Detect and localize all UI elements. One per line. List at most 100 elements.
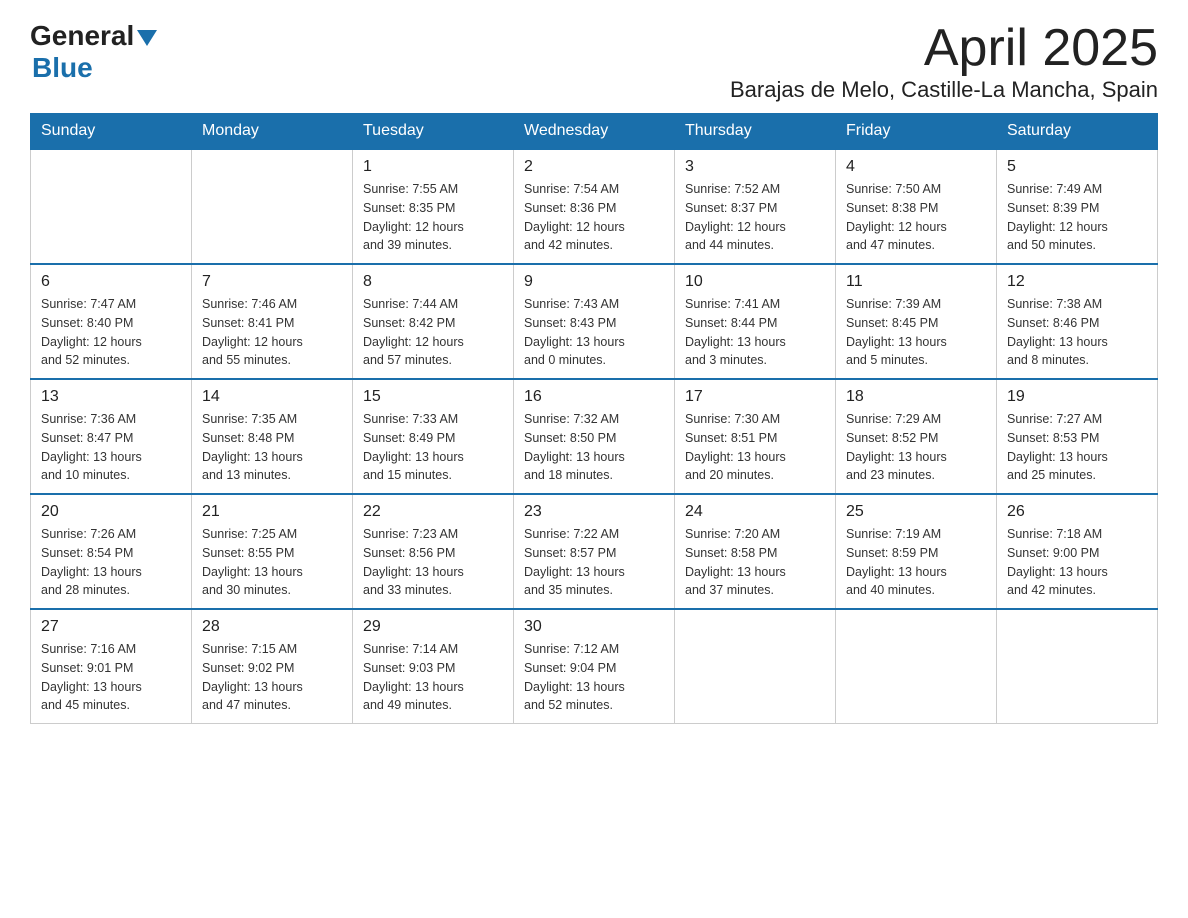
day-number: 24 — [685, 503, 825, 521]
logo-blue-text: Blue — [32, 52, 93, 84]
month-title: April 2025 — [730, 20, 1158, 77]
logo-triangle-icon — [137, 30, 157, 46]
cell-week4-day4: 24 Sunrise: 7:20 AMSunset: 8:58 PMDayligh… — [675, 494, 836, 609]
cell-week4-day3: 23Sunrise: 7:22 AMSunset: 8:57 PMDayligh… — [514, 494, 675, 609]
cell-week2-day4: 10 Sunrise: 7:41 AMSunset: 8:44 PMDayligh… — [675, 264, 836, 379]
week-row-4: 20Sunrise: 7:26 AMSunset: 8:54 PMDayligh… — [31, 494, 1158, 609]
header: General Blue April 2025 Barajas de Melo,… — [30, 20, 1158, 103]
day-number: 15 — [363, 388, 503, 406]
cell-week5-day6 — [997, 609, 1158, 724]
day-number: 27 — [41, 618, 181, 636]
day-number: 13 — [41, 388, 181, 406]
week-row-3: 13 Sunrise: 7:36 AMSunset: 8:47 PMDayligh… — [31, 379, 1158, 494]
cell-week4-day2: 22 Sunrise: 7:23 AMSunset: 8:56 PMDayligh… — [353, 494, 514, 609]
cell-week1-day4: 3Sunrise: 7:52 AMSunset: 8:37 PMDaylight… — [675, 149, 836, 264]
cell-week2-day2: 8 Sunrise: 7:44 AMSunset: 8:42 PMDaylight… — [353, 264, 514, 379]
title-block: April 2025 Barajas de Melo, Castille-La … — [730, 20, 1158, 103]
cell-week1-day0 — [31, 149, 192, 264]
cell-week3-day6: 19 Sunrise: 7:27 AMSunset: 8:53 PMDayligh… — [997, 379, 1158, 494]
header-sunday: Sunday — [31, 114, 192, 150]
cell-week2-day1: 7 Sunrise: 7:46 AMSunset: 8:41 PMDaylight… — [192, 264, 353, 379]
calendar-header: SundayMondayTuesdayWednesdayThursdayFrid… — [31, 114, 1158, 150]
day-number: 17 — [685, 388, 825, 406]
header-thursday: Thursday — [675, 114, 836, 150]
day-info: Sunrise: 7:47 AMSunset: 8:40 PMDaylight:… — [41, 295, 181, 370]
day-info: Sunrise: 7:12 AMSunset: 9:04 PMDaylight:… — [524, 640, 664, 715]
cell-week5-day1: 28 Sunrise: 7:15 AMSunset: 9:02 PMDayligh… — [192, 609, 353, 724]
week-row-2: 6Sunrise: 7:47 AMSunset: 8:40 PMDaylight… — [31, 264, 1158, 379]
cell-week1-day1 — [192, 149, 353, 264]
day-number: 1 — [363, 158, 503, 176]
cell-week5-day2: 29Sunrise: 7:14 AMSunset: 9:03 PMDayligh… — [353, 609, 514, 724]
day-info: Sunrise: 7:38 AMSunset: 8:46 PMDaylight:… — [1007, 295, 1147, 370]
day-number: 8 — [363, 273, 503, 291]
day-number: 28 — [202, 618, 342, 636]
day-number: 20 — [41, 503, 181, 521]
calendar-table: SundayMondayTuesdayWednesdayThursdayFrid… — [30, 113, 1158, 724]
day-info: Sunrise: 7:50 AMSunset: 8:38 PMDaylight:… — [846, 180, 986, 255]
day-info: Sunrise: 7:52 AMSunset: 8:37 PMDaylight:… — [685, 180, 825, 255]
location-title: Barajas de Melo, Castille-La Mancha, Spa… — [730, 77, 1158, 103]
day-number: 19 — [1007, 388, 1147, 406]
day-number: 7 — [202, 273, 342, 291]
cell-week4-day0: 20Sunrise: 7:26 AMSunset: 8:54 PMDayligh… — [31, 494, 192, 609]
cell-week1-day2: 1Sunrise: 7:55 AMSunset: 8:35 PMDaylight… — [353, 149, 514, 264]
day-info: Sunrise: 7:29 AMSunset: 8:52 PMDaylight:… — [846, 410, 986, 485]
day-info: Sunrise: 7:15 AMSunset: 9:02 PMDaylight:… — [202, 640, 342, 715]
header-saturday: Saturday — [997, 114, 1158, 150]
day-number: 2 — [524, 158, 664, 176]
day-number: 11 — [846, 273, 986, 291]
day-info: Sunrise: 7:41 AMSunset: 8:44 PMDaylight:… — [685, 295, 825, 370]
cell-week3-day3: 16Sunrise: 7:32 AMSunset: 8:50 PMDayligh… — [514, 379, 675, 494]
day-number: 9 — [524, 273, 664, 291]
day-info: Sunrise: 7:33 AMSunset: 8:49 PMDaylight:… — [363, 410, 503, 485]
day-number: 14 — [202, 388, 342, 406]
cell-week3-day4: 17 Sunrise: 7:30 AMSunset: 8:51 PMDayligh… — [675, 379, 836, 494]
day-number: 10 — [685, 273, 825, 291]
cell-week5-day5 — [836, 609, 997, 724]
day-number: 21 — [202, 503, 342, 521]
cell-week1-day3: 2 Sunrise: 7:54 AMSunset: 8:36 PMDaylight… — [514, 149, 675, 264]
day-info: Sunrise: 7:36 AMSunset: 8:47 PMDaylight:… — [41, 410, 181, 485]
day-info: Sunrise: 7:44 AMSunset: 8:42 PMDaylight:… — [363, 295, 503, 370]
day-info: Sunrise: 7:35 AMSunset: 8:48 PMDaylight:… — [202, 410, 342, 485]
cell-week3-day5: 18 Sunrise: 7:29 AMSunset: 8:52 PMDayligh… — [836, 379, 997, 494]
day-info: Sunrise: 7:49 AMSunset: 8:39 PMDaylight:… — [1007, 180, 1147, 255]
day-number: 30 — [524, 618, 664, 636]
day-number: 23 — [524, 503, 664, 521]
day-number: 18 — [846, 388, 986, 406]
day-number: 12 — [1007, 273, 1147, 291]
day-info: Sunrise: 7:27 AMSunset: 8:53 PMDaylight:… — [1007, 410, 1147, 485]
day-info: Sunrise: 7:54 AMSunset: 8:36 PMDaylight:… — [524, 180, 664, 255]
day-info: Sunrise: 7:18 AMSunset: 9:00 PMDaylight:… — [1007, 525, 1147, 600]
cell-week2-day5: 11 Sunrise: 7:39 AMSunset: 8:45 PMDayligh… — [836, 264, 997, 379]
day-info: Sunrise: 7:32 AMSunset: 8:50 PMDaylight:… — [524, 410, 664, 485]
header-monday: Monday — [192, 114, 353, 150]
logo: General Blue — [30, 20, 157, 84]
cell-week2-day3: 9 Sunrise: 7:43 AMSunset: 8:43 PMDaylight… — [514, 264, 675, 379]
day-info: Sunrise: 7:23 AMSunset: 8:56 PMDaylight:… — [363, 525, 503, 600]
day-info: Sunrise: 7:20 AMSunset: 8:58 PMDaylight:… — [685, 525, 825, 600]
cell-week2-day6: 12 Sunrise: 7:38 AMSunset: 8:46 PMDayligh… — [997, 264, 1158, 379]
cell-week5-day4 — [675, 609, 836, 724]
cell-week3-day2: 15 Sunrise: 7:33 AMSunset: 8:49 PMDayligh… — [353, 379, 514, 494]
day-info: Sunrise: 7:46 AMSunset: 8:41 PMDaylight:… — [202, 295, 342, 370]
day-number: 5 — [1007, 158, 1147, 176]
week-row-1: 1Sunrise: 7:55 AMSunset: 8:35 PMDaylight… — [31, 149, 1158, 264]
day-info: Sunrise: 7:25 AMSunset: 8:55 PMDaylight:… — [202, 525, 342, 600]
day-info: Sunrise: 7:30 AMSunset: 8:51 PMDaylight:… — [685, 410, 825, 485]
day-number: 4 — [846, 158, 986, 176]
day-number: 26 — [1007, 503, 1147, 521]
cell-week4-day5: 25Sunrise: 7:19 AMSunset: 8:59 PMDayligh… — [836, 494, 997, 609]
cell-week1-day6: 5 Sunrise: 7:49 AMSunset: 8:39 PMDaylight… — [997, 149, 1158, 264]
cell-week3-day0: 13 Sunrise: 7:36 AMSunset: 8:47 PMDayligh… — [31, 379, 192, 494]
day-number: 29 — [363, 618, 503, 636]
day-info: Sunrise: 7:43 AMSunset: 8:43 PMDaylight:… — [524, 295, 664, 370]
cell-week5-day3: 30 Sunrise: 7:12 AMSunset: 9:04 PMDayligh… — [514, 609, 675, 724]
cell-week1-day5: 4 Sunrise: 7:50 AMSunset: 8:38 PMDaylight… — [836, 149, 997, 264]
header-row: SundayMondayTuesdayWednesdayThursdayFrid… — [31, 114, 1158, 150]
day-number: 22 — [363, 503, 503, 521]
header-friday: Friday — [836, 114, 997, 150]
cell-week4-day1: 21 Sunrise: 7:25 AMSunset: 8:55 PMDayligh… — [192, 494, 353, 609]
day-info: Sunrise: 7:39 AMSunset: 8:45 PMDaylight:… — [846, 295, 986, 370]
